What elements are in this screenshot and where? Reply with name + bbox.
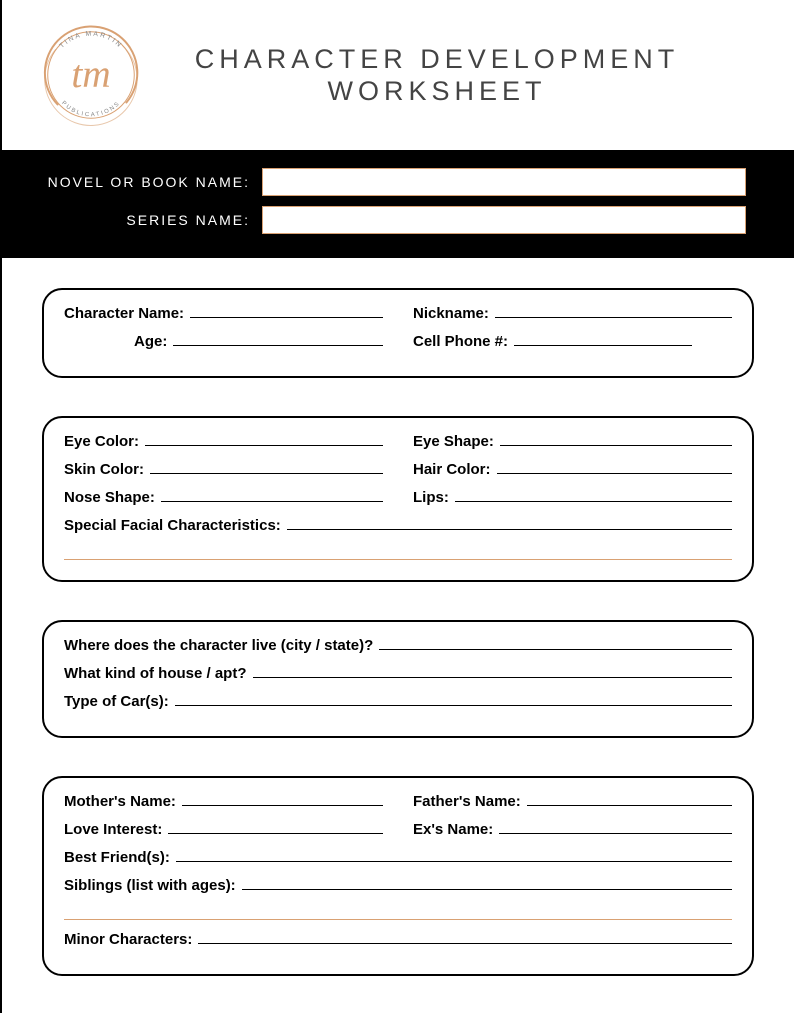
father-label: Father's Name: (413, 793, 527, 810)
book-info-bar: NOVEL OR BOOK NAME: SERIES NAME: (2, 150, 794, 258)
special-facial-label: Special Facial Characteristics: (64, 517, 287, 534)
nose-shape-field: Nose Shape: (64, 488, 383, 506)
hair-color-input[interactable] (497, 460, 732, 474)
car-input[interactable] (175, 692, 732, 706)
age-field: Age: (64, 332, 383, 350)
love-label: Love Interest: (64, 821, 168, 838)
skin-color-label: Skin Color: (64, 461, 150, 478)
siblings-input[interactable] (242, 876, 732, 890)
age-label: Age: (134, 333, 173, 350)
worksheet-page: TINA MARTIN PUBLICATIONS tm CHARACTER DE… (0, 0, 794, 1013)
special-facial-field: Special Facial Characteristics: (64, 516, 732, 534)
cellphone-label: Cell Phone #: (413, 333, 514, 350)
logo-bottom-text: PUBLICATIONS (60, 100, 122, 118)
siblings-field: Siblings (list with ages): (64, 876, 732, 894)
novel-name-row: NOVEL OR BOOK NAME: (42, 168, 754, 196)
eye-color-field: Eye Color: (64, 432, 383, 450)
novel-name-label: NOVEL OR BOOK NAME: (42, 174, 262, 190)
ex-input[interactable] (499, 820, 732, 834)
mother-label: Mother's Name: (64, 793, 182, 810)
eye-shape-field: Eye Shape: (413, 432, 732, 450)
ex-label: Ex's Name: (413, 821, 499, 838)
minor-label: Minor Characters: (64, 931, 198, 948)
father-field: Father's Name: (413, 792, 732, 810)
house-label: What kind of house / apt? (64, 665, 253, 682)
svg-text:PUBLICATIONS: PUBLICATIONS (60, 100, 122, 118)
skin-color-input[interactable] (150, 460, 383, 474)
appearance-card: Eye Color: Eye Shape: Skin Color: Hair C… (42, 416, 754, 582)
siblings-continuation[interactable] (64, 900, 732, 920)
bestfriend-field: Best Friend(s): (64, 848, 732, 866)
eye-shape-label: Eye Shape: (413, 433, 500, 450)
content: Character Name: Nickname: Age: Cell Phon… (2, 258, 794, 1014)
series-name-row: SERIES NAME: (42, 206, 754, 234)
eye-shape-input[interactable] (500, 432, 732, 446)
character-name-field: Character Name: (64, 304, 383, 322)
live-input[interactable] (379, 636, 732, 650)
series-name-input[interactable] (262, 206, 746, 234)
mother-field: Mother's Name: (64, 792, 383, 810)
title-line-1: CHARACTER DEVELOPMENT (150, 43, 724, 75)
age-input[interactable] (173, 332, 383, 346)
relationships-card: Mother's Name: Father's Name: Love Inter… (42, 776, 754, 976)
series-name-label: SERIES NAME: (42, 212, 262, 228)
character-name-input[interactable] (190, 304, 383, 318)
bestfriend-label: Best Friend(s): (64, 849, 176, 866)
novel-name-input[interactable] (262, 168, 746, 196)
ex-field: Ex's Name: (413, 820, 732, 838)
location-card: Where does the character live (city / st… (42, 620, 754, 738)
special-facial-input[interactable] (287, 516, 732, 530)
nose-shape-input[interactable] (161, 488, 383, 502)
nose-shape-label: Nose Shape: (64, 489, 161, 506)
hair-color-field: Hair Color: (413, 460, 732, 478)
skin-color-field: Skin Color: (64, 460, 383, 478)
cellphone-input[interactable] (514, 332, 692, 346)
logo: TINA MARTIN PUBLICATIONS tm (32, 16, 150, 134)
header: TINA MARTIN PUBLICATIONS tm CHARACTER DE… (2, 0, 794, 150)
hair-color-label: Hair Color: (413, 461, 497, 478)
live-field: Where does the character live (city / st… (64, 636, 732, 654)
house-input[interactable] (253, 664, 733, 678)
lips-field: Lips: (413, 488, 732, 506)
basic-info-card: Character Name: Nickname: Age: Cell Phon… (42, 288, 754, 378)
title-block: CHARACTER DEVELOPMENT WORKSHEET (150, 43, 764, 108)
siblings-label: Siblings (list with ages): (64, 877, 242, 894)
love-input[interactable] (168, 820, 383, 834)
father-input[interactable] (527, 792, 732, 806)
nickname-input[interactable] (495, 304, 732, 318)
eye-color-label: Eye Color: (64, 433, 145, 450)
nickname-field: Nickname: (413, 304, 732, 322)
mother-input[interactable] (182, 792, 383, 806)
logo-center-text: tm (71, 52, 110, 96)
car-field: Type of Car(s): (64, 692, 732, 710)
minor-input[interactable] (198, 930, 732, 944)
house-field: What kind of house / apt? (64, 664, 732, 682)
title-line-2: WORKSHEET (150, 75, 724, 107)
lips-input[interactable] (455, 488, 732, 502)
character-name-label: Character Name: (64, 305, 190, 322)
love-interest-field: Love Interest: (64, 820, 383, 838)
minor-characters-field: Minor Characters: (64, 930, 732, 948)
lips-label: Lips: (413, 489, 455, 506)
cellphone-field: Cell Phone #: (413, 332, 732, 350)
live-label: Where does the character live (city / st… (64, 637, 379, 654)
car-label: Type of Car(s): (64, 693, 175, 710)
bestfriend-input[interactable] (176, 848, 732, 862)
special-facial-continuation[interactable] (64, 540, 732, 560)
eye-color-input[interactable] (145, 432, 383, 446)
nickname-label: Nickname: (413, 305, 495, 322)
